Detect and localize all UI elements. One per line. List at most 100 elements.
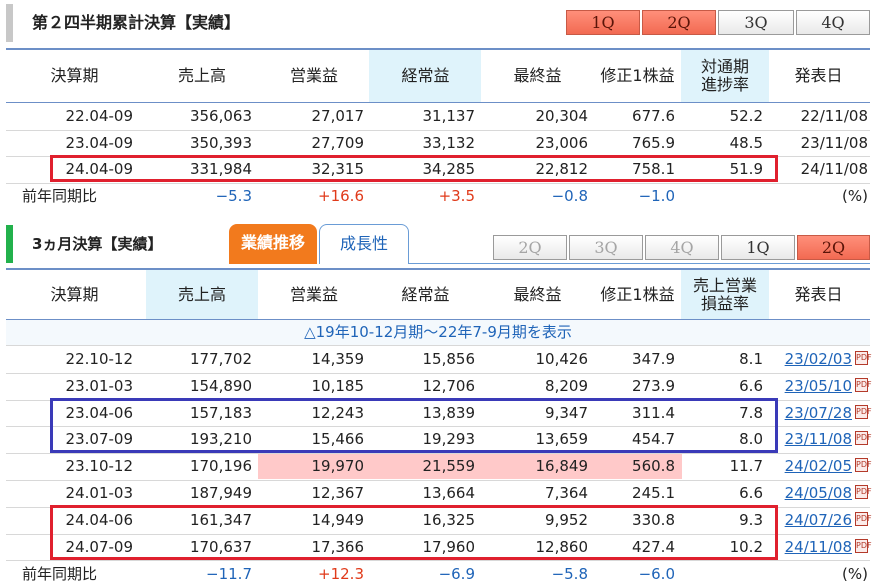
cell-operating-profit: 32,315 <box>311 160 365 178</box>
cell-operating-profit: 10,185 <box>311 376 365 395</box>
cell-ratio: 10.2 <box>729 537 763 556</box>
cell-eps: 454.7 <box>632 430 675 449</box>
cell-operating-profit: 27,709 <box>311 133 365 152</box>
pdf-icon[interactable]: PDF <box>855 511 872 526</box>
cell-eps: 560.8 <box>632 457 675 476</box>
section1-header-date: 発表日 <box>794 66 843 85</box>
q-button-1q[interactable]: 1Q <box>566 10 640 35</box>
pdf-icon[interactable]: PDF <box>855 458 872 473</box>
cell-eps: 245.1 <box>632 484 675 502</box>
tab-performance[interactable]: 業績推移 <box>229 224 317 264</box>
tab-growth[interactable]: 成長性 <box>319 224 409 264</box>
cell-net-profit: 22,812 <box>535 160 589 178</box>
section2-header-date: 発表日 <box>794 285 843 304</box>
cell-operating-profit: 14,359 <box>311 350 365 368</box>
cell-date[interactable]: 23/07/28 <box>769 400 852 426</box>
cell-net-profit: 10,426 <box>535 350 589 368</box>
q-button-cur-2q[interactable]: 2Q <box>797 235 870 260</box>
q-button-prev-3q[interactable]: 3Q <box>569 235 643 260</box>
cell-eps: 330.8 <box>632 510 675 529</box>
cell-sales: 193,210 <box>189 430 252 449</box>
cell-date[interactable]: 24/11/08 <box>769 534 852 560</box>
cell-operating-profit: 12,243 <box>311 403 365 422</box>
yoy-label: 前年同期比 <box>22 565 98 583</box>
cell-ratio: 9.3 <box>739 510 763 529</box>
cell-sales: 356,063 <box>189 107 252 125</box>
cell-date[interactable]: 23/05/10 <box>769 373 852 399</box>
cell-ordinary-profit: 17,960 <box>422 537 476 556</box>
section1-header-operating-profit: 営業益 <box>289 66 338 85</box>
cell-eps: 765.9 <box>632 133 675 152</box>
cell-eps: 347.9 <box>632 350 675 368</box>
cell-period: 22.10-12 <box>65 350 133 368</box>
cell-date[interactable]: 24/05/08 <box>769 480 852 506</box>
cell-ratio: 7.8 <box>739 403 763 422</box>
yoy-ordinary-profit: +3.5 <box>438 187 475 205</box>
cell-ordinary-profit: 33,132 <box>422 133 476 152</box>
cell-date[interactable]: 24/07/26 <box>769 507 852 533</box>
cell-eps: 273.9 <box>632 376 675 395</box>
cell-ratio: 8.1 <box>739 350 763 368</box>
section1-header-eps: 修正1株益 <box>600 66 675 85</box>
section1-header-net-profit: 最終益 <box>513 66 562 85</box>
cell-ratio: 52.2 <box>729 107 763 125</box>
cell-date: 22/11/08 <box>800 107 868 125</box>
cell-sales: 177,702 <box>189 350 252 368</box>
q-button-prev-2q[interactable]: 2Q <box>493 235 567 260</box>
cell-ratio: 8.0 <box>739 430 763 449</box>
q-button-3q[interactable]: 3Q <box>718 10 794 35</box>
q-button-prev-4q[interactable]: 4Q <box>645 235 719 260</box>
section1-header-ratio: 対通期 進捗率 <box>700 57 749 94</box>
yoy-net-profit: −5.8 <box>551 565 588 583</box>
cell-ordinary-profit: 12,706 <box>422 376 476 395</box>
cell-sales: 154,890 <box>189 376 252 395</box>
yoy-net-profit: −0.8 <box>551 187 588 205</box>
pdf-icon[interactable]: PDF <box>855 377 872 392</box>
cell-eps: 677.6 <box>632 107 675 125</box>
show-older-periods-link[interactable]: △19年10-12月期～22年7-9月期を表示 <box>6 320 870 345</box>
pdf-icon[interactable]: PDF <box>855 351 872 365</box>
yoy-sales: −11.7 <box>206 565 252 583</box>
cell-date[interactable]: 23/11/08 <box>769 426 852 452</box>
cell-ratio: 48.5 <box>729 133 763 152</box>
cell-operating-profit: 27,017 <box>311 107 365 125</box>
cell-period: 22.04-09 <box>65 107 133 125</box>
q-button-2q[interactable]: 2Q <box>642 10 716 35</box>
cell-ordinary-profit: 13,839 <box>422 403 476 422</box>
pdf-icon[interactable]: PDF <box>855 485 872 499</box>
tab-baseline <box>409 263 870 264</box>
cell-sales: 331,984 <box>189 160 252 178</box>
cell-ordinary-profit: 15,856 <box>422 350 476 368</box>
cell-ratio: 51.9 <box>729 160 763 178</box>
cell-net-profit: 20,304 <box>535 107 589 125</box>
yoy-unit: (%) <box>842 565 868 583</box>
cell-date[interactable]: 23/02/03 <box>769 346 852 372</box>
q-button-cur-1q[interactable]: 1Q <box>721 235 795 260</box>
yoy-eps: −6.0 <box>638 565 675 583</box>
cell-ordinary-profit: 21,559 <box>422 457 476 476</box>
yoy-sales: −5.3 <box>215 187 252 205</box>
cell-date: 24/11/08 <box>800 160 868 178</box>
cell-eps: 311.4 <box>632 403 675 422</box>
section2-header-eps: 修正1株益 <box>600 285 675 304</box>
section2-bar <box>6 225 13 263</box>
cell-period: 24.04-09 <box>65 160 133 178</box>
pdf-icon[interactable]: PDF <box>855 431 872 446</box>
section1-header-sales: 売上高 <box>177 66 226 85</box>
cell-period: 23.01-03 <box>65 376 133 395</box>
cell-sales: 170,637 <box>189 537 252 556</box>
yoy-operating-profit: +16.6 <box>318 187 364 205</box>
yoy-ordinary-profit: −6.9 <box>438 565 475 583</box>
cell-date[interactable]: 24/02/05 <box>769 453 852 479</box>
pdf-icon[interactable]: PDF <box>855 538 872 553</box>
cell-net-profit: 12,860 <box>535 537 589 556</box>
q-button-4q[interactable]: 4Q <box>796 10 870 35</box>
cell-sales: 157,183 <box>189 403 252 422</box>
cell-ratio: 6.6 <box>739 376 763 395</box>
pdf-icon[interactable]: PDF <box>855 404 872 419</box>
section2-header-ratio: 売上営業 損益率 <box>692 276 757 313</box>
cell-eps: 427.4 <box>632 537 675 556</box>
cell-ratio: 11.7 <box>729 457 763 476</box>
section1-header-ordinary-profit: 経常益 <box>401 66 450 85</box>
cell-period: 23.04-09 <box>65 133 133 152</box>
